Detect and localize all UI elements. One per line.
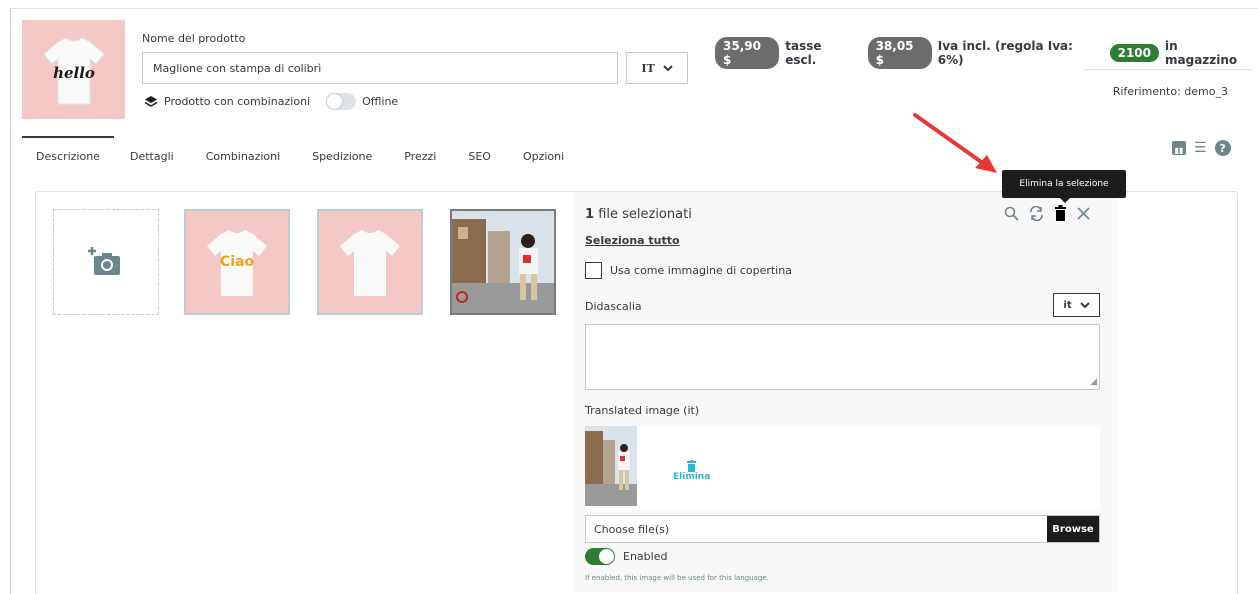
annotation-arrow-icon bbox=[913, 113, 997, 173]
selected-count: 1 bbox=[585, 207, 595, 222]
product-tabs: Descrizione Dettagli Combinazioni Spediz… bbox=[22, 136, 596, 174]
thumb-ciao-text: Ciao bbox=[220, 254, 255, 270]
caption-textarea[interactable]: ◢ bbox=[585, 324, 1100, 390]
tshirt-plain-image bbox=[340, 230, 400, 296]
translated-image-box: Elimina bbox=[585, 426, 1100, 510]
tab-dettagli[interactable]: Dettagli bbox=[130, 140, 174, 174]
select-all-link[interactable]: Seleziona tutto bbox=[585, 234, 680, 247]
enabled-label: Enabled bbox=[623, 550, 668, 563]
delete-selection-tooltip: Elimina la selezione bbox=[1002, 170, 1126, 203]
frame-top-border bbox=[10, 8, 1258, 9]
street-photo-image bbox=[452, 211, 554, 313]
cover-image-label: Usa come immagine di copertina bbox=[610, 264, 792, 277]
file-chooser-text[interactable]: Choose file(s) bbox=[586, 516, 1047, 542]
image-thumb-plain[interactable] bbox=[317, 209, 423, 315]
product-reference: Riferimento: demo_3 bbox=[1112, 85, 1228, 98]
price-excl-label: tasse escl. bbox=[785, 39, 822, 67]
tab-descrizione[interactable]: Descrizione bbox=[22, 136, 114, 170]
selected-files-count: 1 file selezionati bbox=[585, 207, 692, 222]
caption-language-select[interactable]: it bbox=[1053, 293, 1100, 317]
price-divider bbox=[1083, 69, 1251, 70]
price-summary: 35,90 $ tasse escl. 38,05 $ Iva incl. (r… bbox=[715, 37, 1258, 69]
caption-label: Didascalia bbox=[585, 300, 642, 313]
layers-icon bbox=[144, 95, 158, 107]
tab-opzioni[interactable]: Opzioni bbox=[523, 140, 564, 174]
product-cover-thumbnail[interactable]: hello bbox=[22, 20, 125, 119]
add-photo-icon bbox=[88, 247, 120, 275]
image-dropzone[interactable] bbox=[53, 209, 159, 315]
thumb-hello-text: hello bbox=[53, 64, 95, 82]
product-name-label: Nome del prodotto bbox=[142, 32, 246, 45]
close-icon[interactable] bbox=[1077, 206, 1090, 220]
price-incl-label: Iva incl. (regola Iva: 6%) bbox=[937, 39, 1073, 67]
tshirt-ciao-image: Ciao bbox=[207, 230, 267, 296]
enabled-help-text: If enabled, this image will be used for … bbox=[585, 574, 769, 582]
list-icon[interactable]: ☰ bbox=[1194, 140, 1207, 156]
chevron-down-icon bbox=[662, 65, 673, 71]
price-incl-badge[interactable]: 38,05 $ bbox=[867, 37, 932, 69]
resize-handle-icon[interactable]: ◢ bbox=[1090, 377, 1097, 387]
help-icon[interactable]: ? bbox=[1214, 140, 1231, 156]
frame-left-border bbox=[10, 8, 11, 594]
chevron-down-icon bbox=[1079, 302, 1090, 308]
translated-image-label: Translated image (it) bbox=[585, 404, 700, 417]
caption-language-value: it bbox=[1063, 299, 1072, 311]
delete-translated-button[interactable]: Elimina bbox=[673, 460, 710, 482]
product-name-input[interactable]: Maglione con stampa di colibrì bbox=[142, 52, 618, 84]
language-select-value: IT bbox=[641, 61, 655, 75]
stats-icon[interactable]: ▮▮ bbox=[1172, 141, 1186, 155]
stock-label: in magazzino bbox=[1165, 39, 1238, 67]
price-excl-badge[interactable]: 35,90 $ bbox=[715, 37, 780, 69]
tab-spedizione[interactable]: Spedizione bbox=[312, 140, 372, 174]
tab-prezzi[interactable]: Prezzi bbox=[404, 140, 436, 174]
replace-icon[interactable] bbox=[1029, 205, 1044, 221]
tshirt-image: hello bbox=[42, 36, 105, 104]
online-toggle[interactable] bbox=[326, 93, 357, 110]
stock-badge[interactable]: 2100 bbox=[1109, 44, 1159, 62]
image-thumb-street-selected[interactable] bbox=[450, 209, 556, 315]
selection-actions bbox=[1004, 205, 1090, 221]
trash-icon[interactable] bbox=[1054, 205, 1067, 221]
tab-tools: ▮▮ ☰ ? bbox=[1172, 140, 1231, 156]
trash-small-icon bbox=[687, 460, 697, 472]
tab-combinazioni[interactable]: Combinazioni bbox=[206, 140, 280, 174]
tab-seo[interactable]: SEO bbox=[468, 140, 491, 174]
combinations-row: Prodotto con combinazioni Offline bbox=[144, 93, 398, 110]
selected-label: file selezionati bbox=[598, 207, 692, 222]
enabled-row: Enabled bbox=[585, 548, 667, 565]
translated-image-preview bbox=[585, 426, 637, 506]
language-select[interactable]: IT bbox=[626, 52, 688, 84]
product-name-value: Maglione con stampa di colibrì bbox=[153, 61, 322, 75]
image-thumb-ciao[interactable]: Ciao bbox=[184, 209, 290, 315]
delete-translated-label: Elimina bbox=[673, 472, 711, 482]
zoom-icon[interactable] bbox=[1004, 206, 1019, 221]
combinations-label[interactable]: Prodotto con combinazioni bbox=[164, 95, 310, 108]
cover-image-checkbox[interactable] bbox=[585, 262, 602, 279]
offline-label: Offline bbox=[362, 95, 399, 108]
enabled-toggle[interactable] bbox=[585, 548, 615, 565]
file-chooser[interactable]: Choose file(s) Browse bbox=[585, 515, 1100, 543]
cover-image-row: Usa come immagine di copertina bbox=[585, 262, 792, 279]
browse-button[interactable]: Browse bbox=[1047, 516, 1099, 542]
